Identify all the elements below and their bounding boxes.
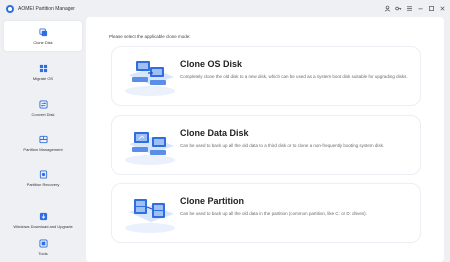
clone-data-disk-option[interactable]: Clone Data Disk Can be used to back up a… xyxy=(111,115,421,175)
sidebar-item-windows-download-upgrade[interactable]: Windows Download and Upgrade xyxy=(4,203,82,237)
sidebar-item-label: Convert Disk xyxy=(31,111,55,117)
option-description: Completely clone the old disk to a new d… xyxy=(180,74,408,79)
sidebar-item-migrate-os[interactable]: Migrate OS xyxy=(4,57,82,87)
migrate-os-icon xyxy=(39,64,47,72)
convert-disk-icon xyxy=(38,99,48,109)
sidebar-item-clone-disk[interactable]: Clone Disk xyxy=(4,21,82,51)
clone-os-disk-option[interactable]: Clone OS Disk Completely clone the old d… xyxy=(111,46,421,106)
user-icon[interactable] xyxy=(382,3,392,13)
tools-icon xyxy=(38,238,48,248)
sidebar-item-label: Windows Download and Upgrade xyxy=(13,223,73,229)
option-title: Clone OS Disk xyxy=(180,59,243,69)
partition-recovery-icon xyxy=(39,169,47,179)
clone-partition-option[interactable]: Clone Partition Can be used to back up a… xyxy=(111,183,421,243)
clone-data-disk-illustration-icon xyxy=(125,132,175,165)
page-heading: Please select the applicable clone mode: xyxy=(109,34,191,39)
clone-disk-icon xyxy=(38,27,47,36)
sidebar-item-label: Partition Recovery xyxy=(26,181,60,187)
partition-management-icon xyxy=(38,135,48,143)
sidebar-item-label: Migrate OS xyxy=(32,75,54,81)
sidebar-item-label: Partition Management xyxy=(23,146,63,152)
maximize-icon[interactable] xyxy=(426,3,436,13)
option-description: Can be used to back up all the old data … xyxy=(180,143,385,148)
app-logo-icon xyxy=(6,4,14,13)
option-title: Clone Partition xyxy=(180,196,245,206)
sidebar-item-convert-disk[interactable]: Convert Disk xyxy=(4,93,82,123)
windows-download-icon xyxy=(39,212,47,220)
key-icon[interactable] xyxy=(393,3,403,13)
sidebar-item-partition-recovery[interactable]: Partition Recovery xyxy=(4,163,82,193)
sidebar-item-partition-management[interactable]: Partition Management xyxy=(4,128,82,158)
sidebar-item-label: Clone Disk xyxy=(33,39,53,45)
menu-icon[interactable] xyxy=(404,3,414,13)
sidebar-item-tools[interactable]: Tools xyxy=(4,234,82,260)
sidebar: Clone Disk Migrate OS Convert Disk Parti… xyxy=(2,17,82,262)
close-icon[interactable] xyxy=(437,3,447,13)
sidebar-item-label: Tools xyxy=(38,250,48,256)
clone-partition-illustration-icon xyxy=(125,199,175,233)
app-title: AOMEI Partition Manager xyxy=(18,5,75,12)
title-bar: AOMEI Partition Manager xyxy=(0,0,450,17)
minimize-icon[interactable] xyxy=(415,3,425,13)
option-description: Can be used to back up all the old data … xyxy=(180,211,367,216)
main-panel: Please select the applicable clone mode:… xyxy=(86,17,444,262)
option-title: Clone Data Disk xyxy=(180,128,249,138)
clone-os-disk-illustration-icon xyxy=(125,61,175,96)
